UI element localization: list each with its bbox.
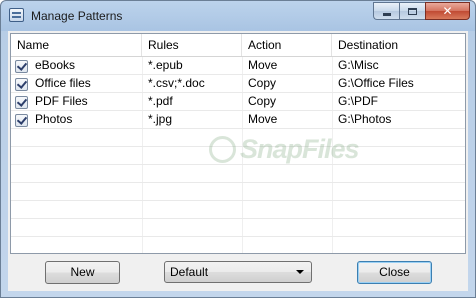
pattern-name: PDF Files	[35, 94, 88, 108]
pattern-destination: G:\PDF	[338, 94, 379, 108]
pattern-rules: *.epub	[148, 58, 183, 72]
patterns-list[interactable]: Name Rules Action Destination eBooks *.e…	[10, 33, 466, 254]
row-checkbox[interactable]	[15, 60, 28, 73]
pattern-destination: G:\Misc	[338, 58, 379, 72]
column-header-action[interactable]: Action	[242, 34, 332, 56]
close-button[interactable]: Close	[357, 261, 432, 284]
pattern-rules: *.csv;*.doc	[148, 76, 205, 90]
window-title: Manage Patterns	[31, 9, 123, 23]
close-icon: ✕	[442, 4, 453, 18]
dialog-client-area: Name Rules Action Destination eBooks *.e…	[8, 31, 468, 291]
app-window-icon	[9, 8, 24, 22]
new-button[interactable]: New	[45, 261, 120, 284]
minimize-icon	[382, 12, 391, 16]
pattern-rules: *.jpg	[148, 112, 173, 126]
column-header-rules[interactable]: Rules	[142, 34, 242, 56]
snapfiles-logo-icon	[209, 136, 236, 163]
pattern-name: Photos	[35, 112, 73, 126]
pattern-name: Office files	[35, 76, 91, 90]
caption-buttons: ✕	[373, 2, 470, 21]
empty-row	[11, 237, 465, 253]
pattern-action: Copy	[248, 76, 277, 90]
preset-dropdown[interactable]: Default	[164, 261, 312, 283]
title-bar[interactable]: Manage Patterns ✕	[1, 1, 475, 31]
minimize-button[interactable]	[373, 2, 399, 20]
empty-row	[11, 201, 465, 219]
list-row[interactable]: PDF Files *.pdf Copy G:\PDF	[11, 93, 465, 111]
row-checkbox[interactable]	[15, 78, 28, 91]
row-checkbox[interactable]	[15, 96, 28, 109]
close-window-button[interactable]: ✕	[425, 2, 470, 20]
row-checkbox[interactable]	[15, 114, 28, 127]
list-row[interactable]: Photos *.jpg Move G:\Photos	[11, 111, 465, 129]
snapfiles-watermark: SnapFiles	[209, 134, 360, 165]
empty-row	[11, 183, 465, 201]
watermark-text: SnapFiles	[240, 134, 360, 164]
pattern-action: Move	[248, 112, 278, 126]
column-header-destination[interactable]: Destination	[332, 34, 465, 56]
list-row[interactable]: eBooks *.epub Move G:\Misc	[11, 57, 465, 75]
empty-row	[11, 165, 465, 183]
preset-selected-value: Default	[170, 265, 209, 279]
empty-row	[11, 219, 465, 237]
pattern-action: Move	[248, 58, 278, 72]
maximize-button[interactable]	[399, 2, 425, 20]
list-row[interactable]: Office files *.csv;*.doc Copy G:\Office …	[11, 75, 465, 93]
chevron-down-icon	[296, 270, 304, 274]
pattern-action: Copy	[248, 94, 277, 108]
maximize-icon	[408, 7, 417, 15]
pattern-name: eBooks	[35, 58, 76, 72]
pattern-destination: G:\Office Files	[338, 76, 414, 90]
column-header-name[interactable]: Name	[11, 34, 142, 56]
list-header: Name Rules Action Destination	[11, 34, 465, 57]
pattern-rules: *.pdf	[148, 94, 173, 108]
pattern-destination: G:\Photos	[338, 112, 392, 126]
manage-patterns-window: Manage Patterns ✕ Name Rules Action Dest…	[0, 0, 476, 298]
